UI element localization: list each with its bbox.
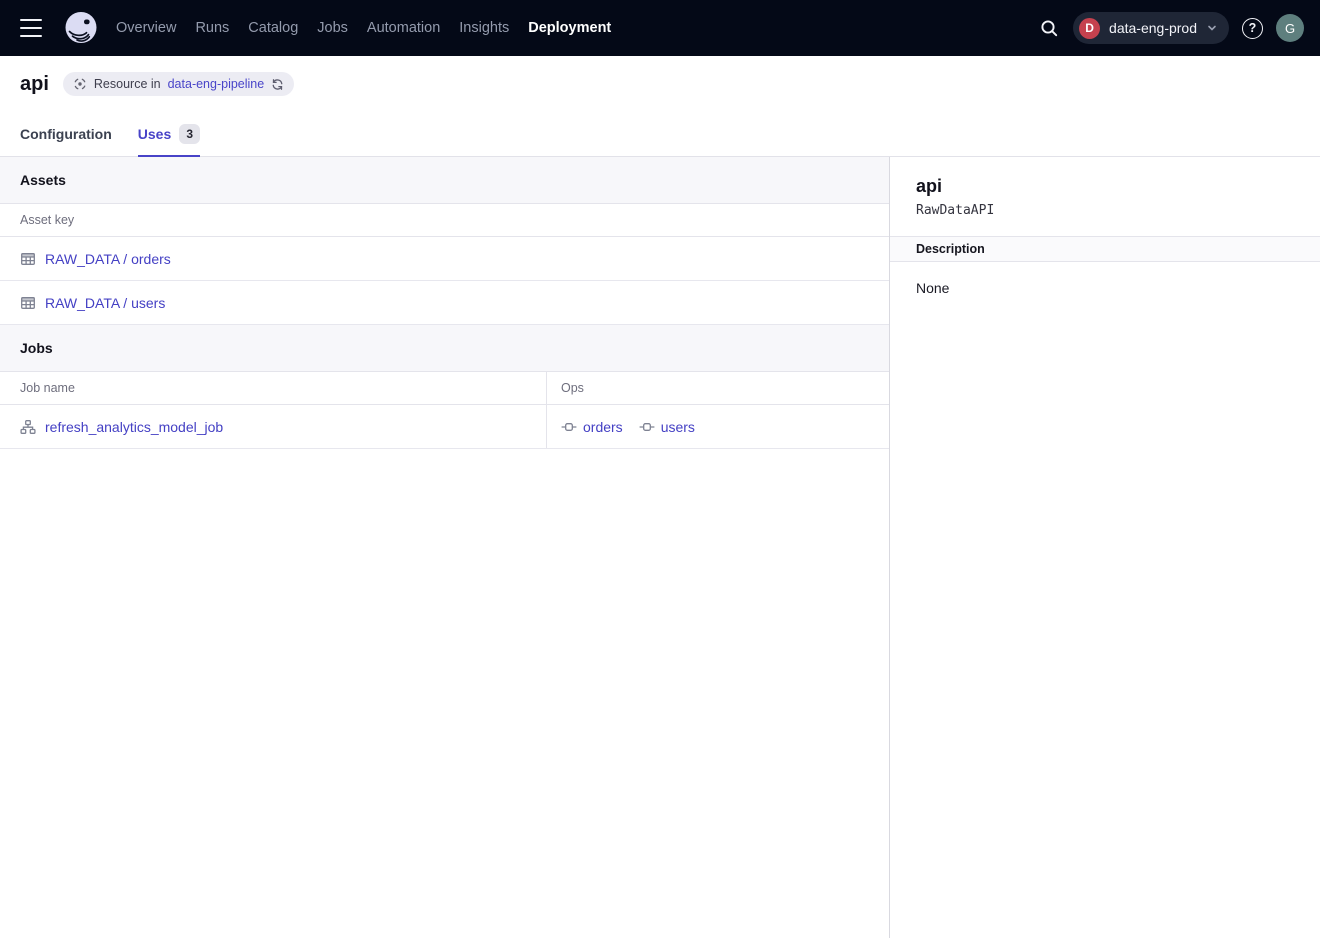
op-icon bbox=[561, 419, 577, 435]
table-icon bbox=[20, 251, 36, 267]
nav-item-runs[interactable]: Runs bbox=[195, 20, 229, 36]
panel-resource-type: RawDataAPI bbox=[916, 203, 1294, 218]
ops-column-header: Ops bbox=[561, 381, 584, 395]
jobs-column-headers: Job name Ops bbox=[0, 372, 889, 405]
resource-context-badge: Resource in data-eng-pipeline bbox=[63, 72, 294, 96]
op-link[interactable]: orders bbox=[561, 419, 623, 435]
op-icon bbox=[639, 419, 655, 435]
uses-count-badge: 3 bbox=[179, 124, 200, 144]
content-area: Assets Asset key RAW_DATA / orders bbox=[0, 157, 1320, 938]
description-section-header: Description bbox=[890, 236, 1320, 262]
uses-main: Assets Asset key RAW_DATA / orders bbox=[0, 157, 890, 938]
nav-item-catalog[interactable]: Catalog bbox=[248, 20, 298, 36]
dagster-logo-icon[interactable] bbox=[62, 8, 100, 48]
asset-link[interactable]: RAW_DATA / users bbox=[45, 295, 165, 311]
panel-resource-name: api bbox=[916, 176, 1294, 197]
nav-right-cluster: D data-eng-prod ? G bbox=[1038, 12, 1304, 44]
search-icon[interactable] bbox=[1038, 17, 1060, 39]
nav-item-jobs[interactable]: Jobs bbox=[317, 20, 348, 36]
resource-icon bbox=[73, 77, 87, 91]
asset-link[interactable]: RAW_DATA / orders bbox=[45, 251, 171, 267]
assets-column-headers: Asset key bbox=[0, 204, 889, 237]
primary-nav: Overview Runs Catalog Jobs Automation In… bbox=[116, 20, 611, 36]
nav-item-deployment[interactable]: Deployment bbox=[528, 20, 611, 36]
asset-key-column-header: Asset key bbox=[0, 213, 74, 227]
tab-bar: Configuration Uses 3 bbox=[0, 112, 1320, 157]
job-link[interactable]: refresh_analytics_model_job bbox=[45, 419, 223, 435]
chevron-down-icon bbox=[1206, 22, 1218, 34]
help-icon[interactable]: ? bbox=[1242, 18, 1263, 39]
deployment-name: data-eng-prod bbox=[1109, 20, 1197, 36]
resource-detail-panel: api RawDataAPI Description None bbox=[890, 157, 1320, 938]
op-link[interactable]: users bbox=[639, 419, 695, 435]
job-name-column-header: Job name bbox=[0, 381, 75, 395]
page-title: api bbox=[20, 73, 49, 96]
refresh-icon[interactable] bbox=[271, 78, 284, 91]
page-header: api Resource in data-eng-pipeline bbox=[0, 56, 1320, 112]
deployment-switcher[interactable]: D data-eng-prod bbox=[1073, 12, 1229, 44]
resource-badge-text: Resource in bbox=[94, 77, 161, 91]
table-icon bbox=[20, 295, 36, 311]
user-avatar[interactable]: G bbox=[1276, 14, 1304, 42]
top-nav: Overview Runs Catalog Jobs Automation In… bbox=[0, 0, 1320, 56]
asset-row: RAW_DATA / orders bbox=[0, 237, 889, 281]
code-location-link[interactable]: data-eng-pipeline bbox=[168, 77, 265, 91]
nav-item-insights[interactable]: Insights bbox=[459, 20, 509, 36]
nav-item-automation[interactable]: Automation bbox=[367, 20, 440, 36]
job-row: refresh_analytics_model_job orders bbox=[0, 405, 889, 449]
assets-section-header: Assets bbox=[0, 157, 889, 204]
jobs-section-header: Jobs bbox=[0, 325, 889, 372]
deployment-initial-badge: D bbox=[1079, 18, 1100, 39]
asset-row: RAW_DATA / users bbox=[0, 281, 889, 325]
tab-configuration[interactable]: Configuration bbox=[20, 112, 112, 156]
hamburger-menu-icon[interactable] bbox=[20, 19, 44, 37]
tab-uses[interactable]: Uses 3 bbox=[138, 112, 200, 156]
description-value: None bbox=[890, 262, 1320, 314]
nav-item-overview[interactable]: Overview bbox=[116, 20, 176, 36]
job-icon bbox=[20, 419, 36, 435]
